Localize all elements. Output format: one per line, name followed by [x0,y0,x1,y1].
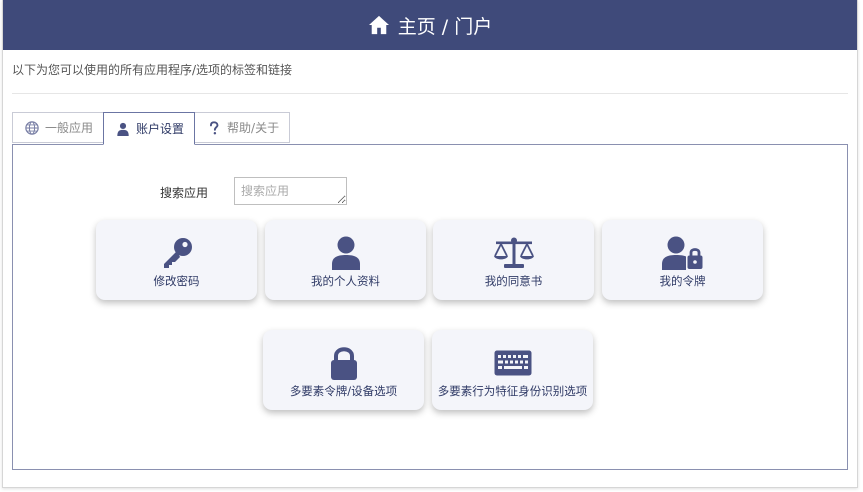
app-card-label: 多要素令牌/设备选项 [289,384,398,398]
tab-bar: 一般应用 账户设置 帮助/关于 [12,112,291,145]
page-subtitle: 以下为您可以使用的所有应用程序/选项的标签和链接 [12,63,293,77]
search-label: 搜索应用 [160,186,209,200]
app-card-label: 我的个人资料 [311,274,380,288]
app-card-label: 多要素行为特征身份识别选项 [437,384,588,398]
page-header: 主页 / 门户 [3,0,857,50]
user-icon [331,236,360,270]
tab-panel-account-settings [12,144,848,470]
divider [12,93,848,94]
app-card-label: 我的同意书 [484,274,543,288]
app-card-my-profile[interactable]: 我的个人资料 [265,220,426,300]
page-title: 主页 / 门户 [397,15,493,38]
user-icon [117,122,129,136]
app-card-label: 修改密码 [153,274,200,288]
tab-label: 一般应用 [45,121,94,135]
balance-scale-icon [493,237,534,268]
app-card-mfa-behavioral-biometrics-options[interactable]: 多要素行为特征身份识别选项 [432,330,593,410]
app-card-label: 我的令牌 [659,274,706,288]
tab-label: 帮助/关于 [227,121,280,135]
keyboard-icon [494,350,531,375]
home-icon [368,15,389,35]
app-card-mfa-token-device-options[interactable]: 多要素令牌/设备选项 [263,330,424,410]
tab-account-settings[interactable]: 账户设置 [103,112,196,145]
tab-label: 账户设置 [136,122,185,136]
user-lock-icon [661,236,702,270]
tab-help-about[interactable]: 帮助/关于 [194,112,291,143]
key-icon [163,237,192,268]
search-input[interactable] [234,177,347,205]
lock-icon [330,346,357,380]
app-card-change-password[interactable]: 修改密码 [96,220,257,300]
tab-general-apps[interactable]: 一般应用 [12,112,105,143]
app-card-my-tokens[interactable]: 我的令牌 [602,220,763,300]
question-icon [210,120,219,134]
app-card-my-consents[interactable]: 我的同意书 [433,220,594,300]
globe-icon [25,120,39,135]
